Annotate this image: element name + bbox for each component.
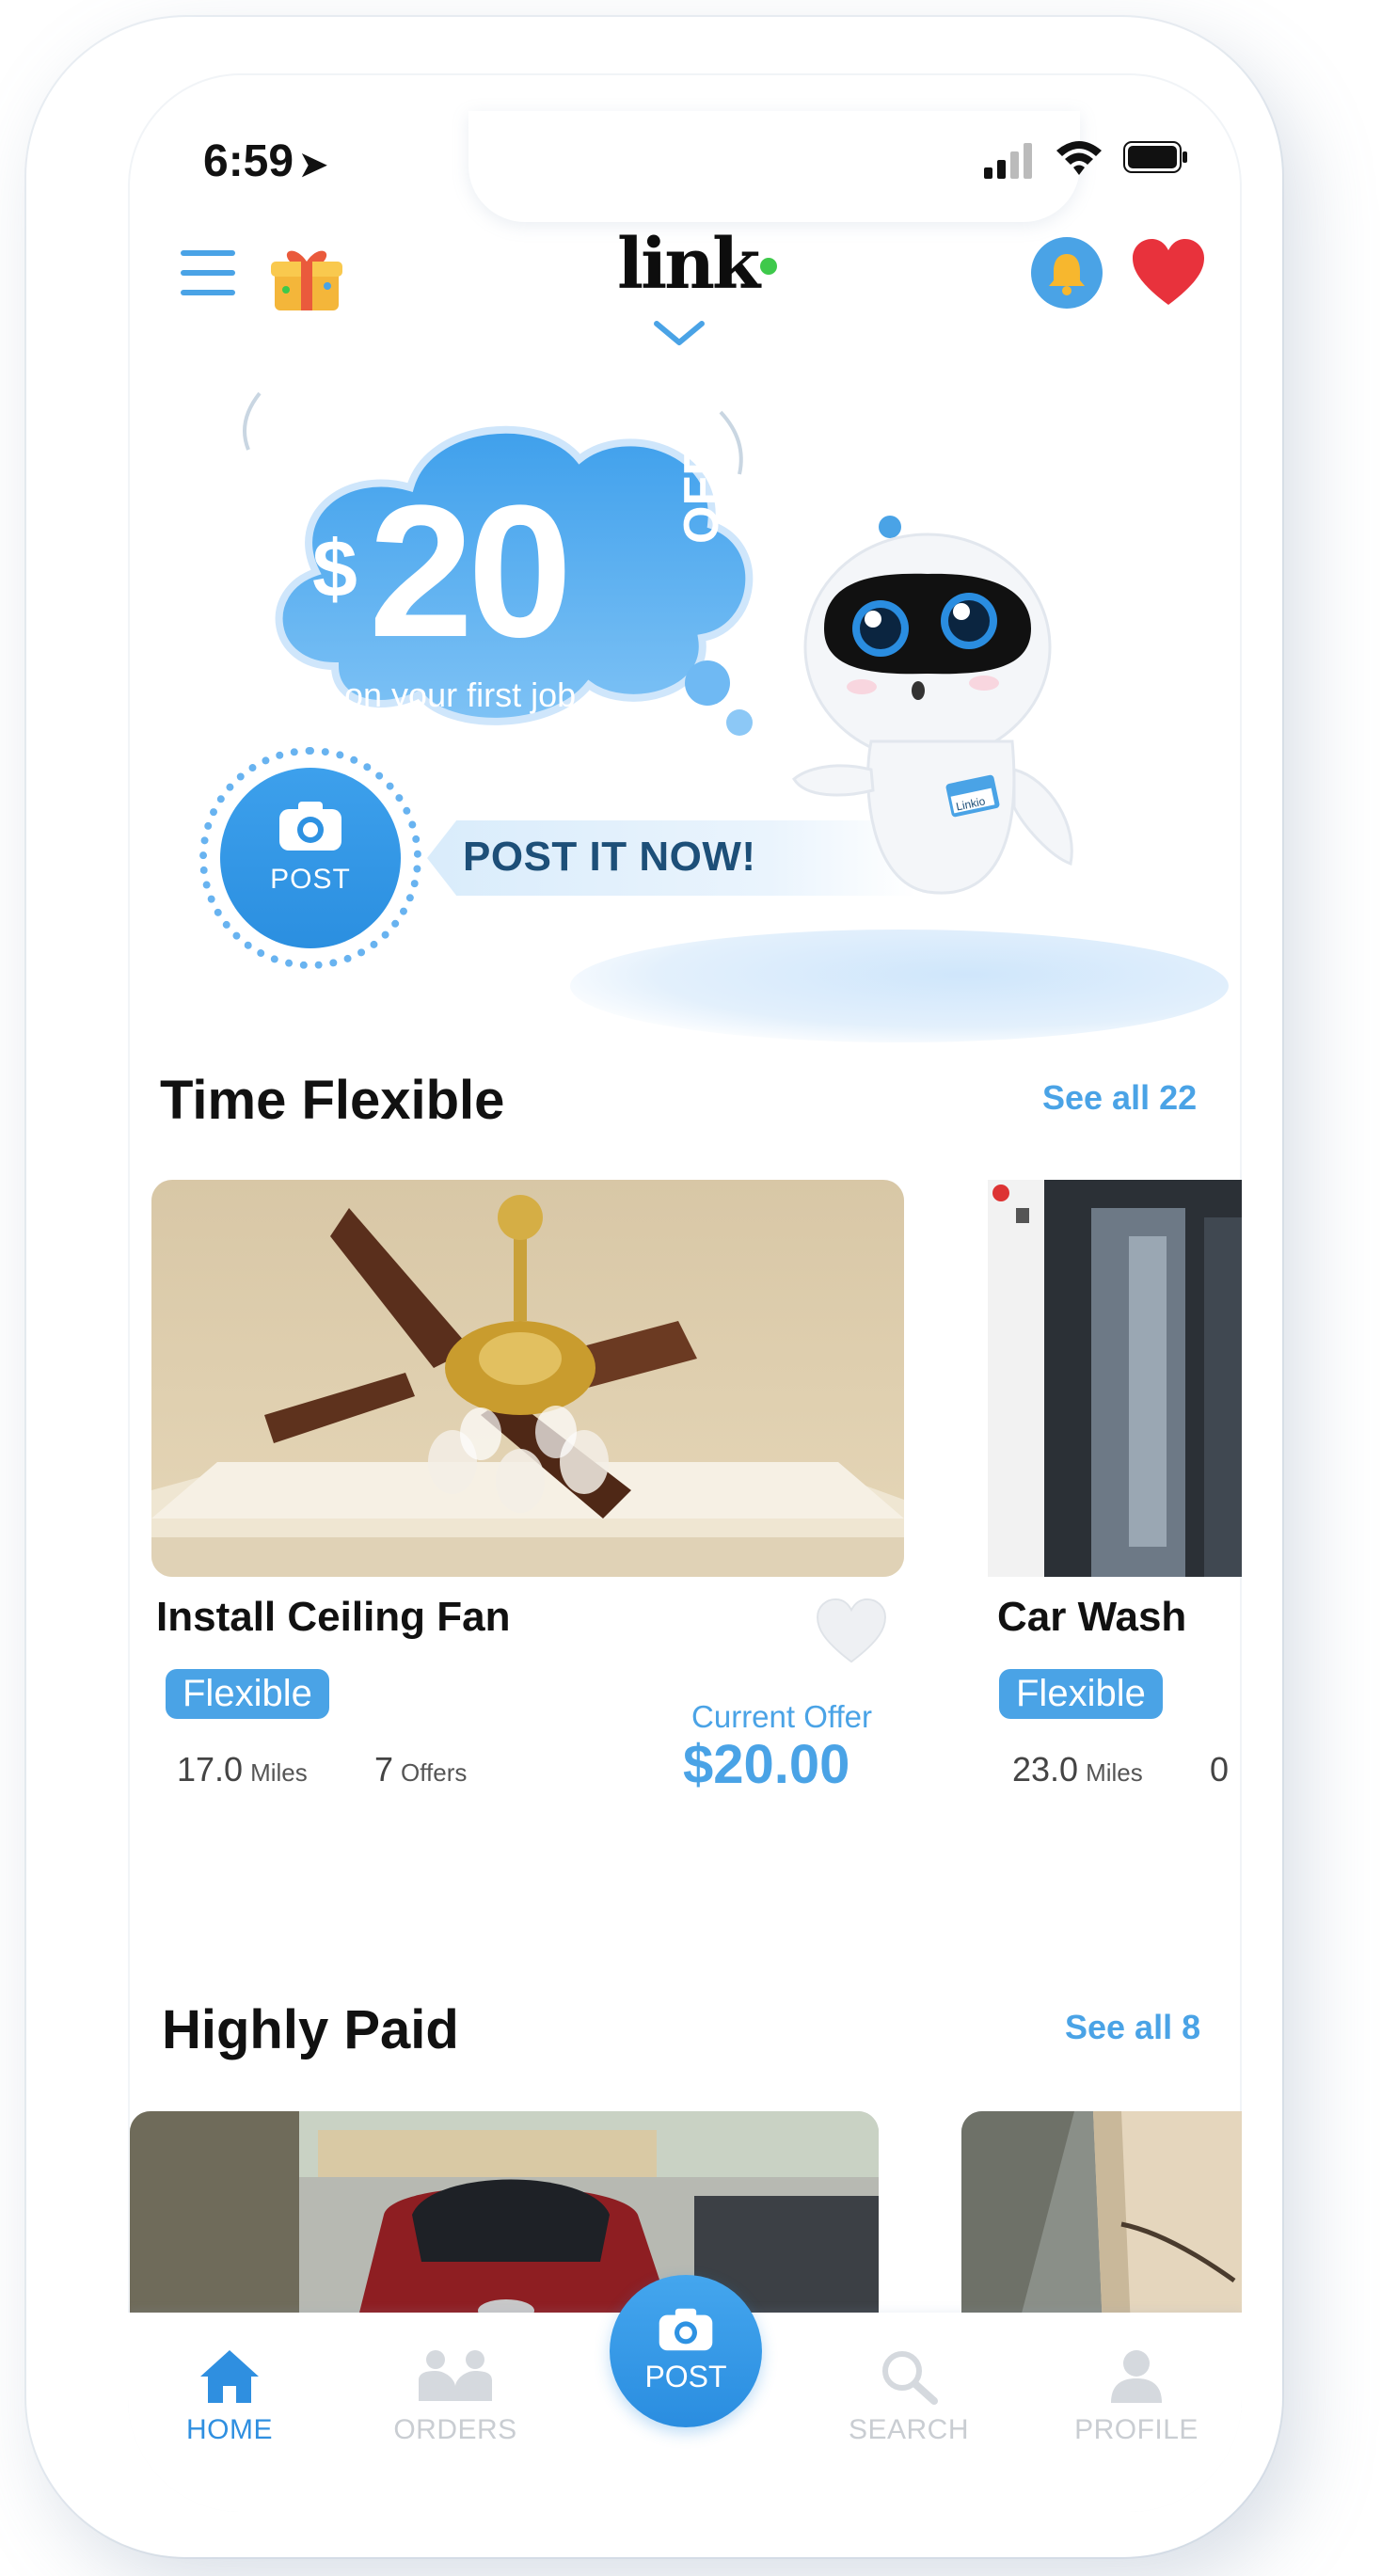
status-time: 6:59 ➤ <box>203 136 328 186</box>
post-it-now-cta[interactable]: POST IT NOW! <box>463 834 756 881</box>
tab-search[interactable]: SEARCH <box>815 2346 1003 2446</box>
online-dot <box>760 258 777 275</box>
flexible-badge: Flexible <box>166 1669 329 1719</box>
job-title[interactable]: Install Ceiling Fan <box>156 1594 511 1641</box>
tab-profile[interactable]: PROFILE <box>1042 2346 1230 2446</box>
camera-icon <box>659 2308 713 2351</box>
location-arrow-icon: ➤ <box>299 145 328 183</box>
flexible-badge: Flexible <box>999 1669 1163 1719</box>
handshake-icon <box>419 2350 492 2401</box>
tab-orders[interactable]: ORDERS <box>361 2346 549 2446</box>
phone-frame: 6:59 ➤ link $ 20 OFF on your first job P… <box>26 17 1282 2557</box>
distance: 23.0 Miles <box>1012 1750 1143 1789</box>
favorite-heart-icon[interactable] <box>815 1598 888 1665</box>
app-screen: 6:59 ➤ link $ 20 OFF on your first job P… <box>128 73 1242 2512</box>
promo-off-label: OFF <box>675 446 729 544</box>
job-image-ceiling-fan[interactable] <box>151 1180 904 1577</box>
promo-amount: 20 <box>369 467 572 676</box>
cellular-signal-icon <box>984 143 1032 179</box>
battery-icon <box>1123 141 1187 173</box>
search-icon <box>882 2351 938 2405</box>
home-icon <box>200 2350 259 2403</box>
see-all-highly-paid[interactable]: See all 8 <box>1065 2008 1200 2047</box>
distance: 17.0 Miles <box>177 1750 308 1789</box>
tab-home[interactable]: HOME <box>135 2346 324 2446</box>
bell-icon[interactable] <box>1031 237 1103 309</box>
app-logo: link <box>617 224 760 305</box>
promo-dollar-sign: $ <box>312 524 357 614</box>
profile-icon <box>1111 2350 1162 2403</box>
job-image-wall-repair[interactable] <box>961 2111 1242 2328</box>
promo-post-button[interactable]: POST <box>220 768 401 948</box>
chevron-down-icon[interactable] <box>651 316 707 350</box>
wifi-icon <box>1056 141 1102 175</box>
offers-count: 0 <box>1210 1750 1230 1789</box>
current-offer-value: $20.00 <box>683 1734 850 1795</box>
camera-icon <box>279 802 341 851</box>
section-title-time-flexible: Time Flexible <box>160 1070 505 1131</box>
heart-icon[interactable] <box>1131 237 1206 309</box>
offers-count: 7 Offers <box>374 1750 468 1789</box>
see-all-time-flexible[interactable]: See all 22 <box>1042 1078 1197 1118</box>
hamburger-icon[interactable] <box>181 250 235 299</box>
job-image-red-car[interactable] <box>130 2111 879 2328</box>
post-fab-button[interactable]: POST <box>610 2275 762 2427</box>
current-offer-label: Current Offer <box>691 1699 872 1734</box>
section-title-highly-paid: Highly Paid <box>162 1999 459 2060</box>
job-image-car-wash[interactable] <box>988 1180 1242 1577</box>
gift-icon[interactable] <box>269 241 344 314</box>
job-title[interactable]: Car Wash <box>997 1594 1186 1641</box>
promo-subtitle: on your first job <box>344 676 577 714</box>
robot-mascot: Linkio <box>792 516 1073 895</box>
